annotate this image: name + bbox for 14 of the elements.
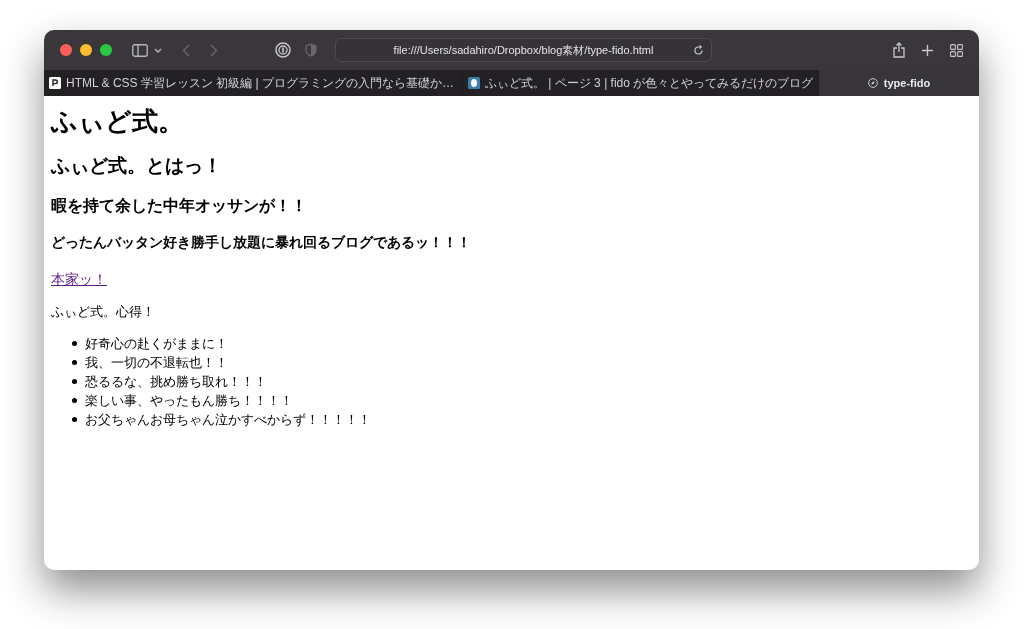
link[interactable]: 本家ッ！ [51, 272, 107, 287]
section-heading: ふぃど式。とはっ！ [51, 154, 223, 178]
subheading: どったんバッタン好き勝手し放題に暴れ回るブログであるッ！！！ [51, 234, 472, 252]
paragraph: ふぃど式。心得！ [51, 303, 156, 321]
list-item: お父ちゃんお母ちゃん泣かすべからず！！！！！ [85, 410, 371, 429]
address-bar[interactable]: file:///Users/sadahiro/Dropbox/blog素材/type-fido.html [335, 38, 712, 62]
url-text: file:///Users/sadahiro/Dropbox/blog素材/type-fido.html [393, 42, 654, 58]
subheading: 暇を持て余した中年オッサンが！！ [51, 196, 308, 216]
list-item: 楽しい事、やったもん勝ち！！！！ [85, 391, 293, 410]
list-item: 恐るるな、挑め勝ち取れ！！！ [85, 372, 267, 391]
list-item: 我、一切の不退転也！！ [85, 353, 228, 372]
browser-tab[interactable]: type-fido [818, 70, 979, 96]
page-heading: ふぃど式。 [51, 106, 185, 138]
list-item: 好奇心の赴くがままに！ [85, 334, 228, 353]
